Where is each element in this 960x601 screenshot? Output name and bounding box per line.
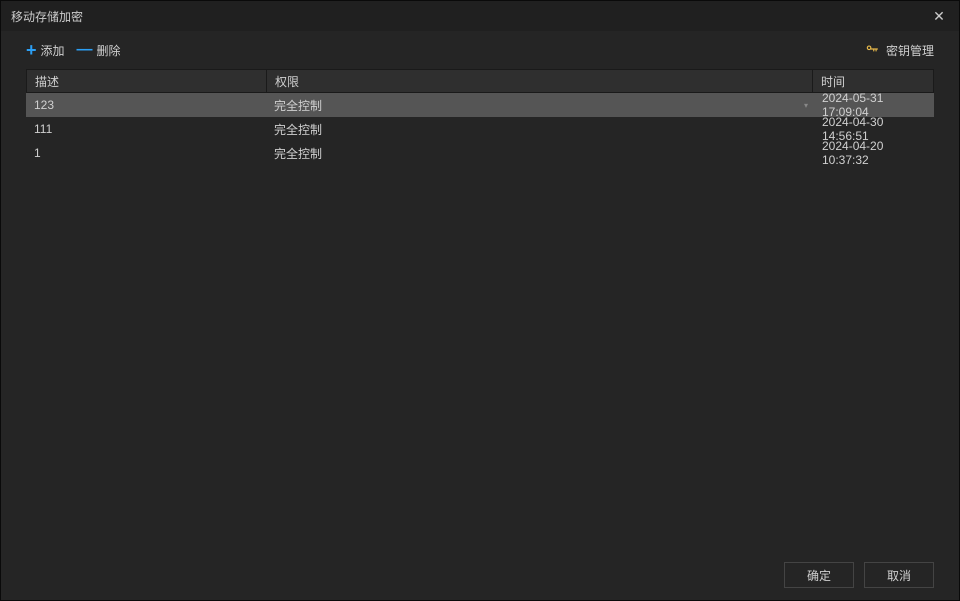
table-body: 123 完全控制 ▾ 2024-05-31 17:09:04 111 完全控制 … bbox=[26, 93, 934, 545]
cell-description: 123 bbox=[26, 93, 266, 117]
cell-permission: 完全控制 bbox=[266, 141, 814, 165]
key-manage-button[interactable]: 密钥管理 bbox=[865, 42, 934, 59]
table-header: 描述 权限 时间 bbox=[26, 69, 934, 93]
cell-time: 2024-05-31 17:09:04 bbox=[814, 93, 934, 117]
titlebar: 移动存储加密 ✕ bbox=[1, 1, 959, 31]
content-area: 描述 权限 时间 123 完全控制 ▾ 2024-05-31 17:09:04 … bbox=[1, 69, 959, 550]
footer: 确定 取消 bbox=[1, 550, 959, 600]
key-manage-label: 密钥管理 bbox=[886, 42, 934, 59]
table-row[interactable]: 123 完全控制 ▾ 2024-05-31 17:09:04 bbox=[26, 93, 934, 117]
cell-description: 1 bbox=[26, 141, 266, 165]
add-label: 添加 bbox=[41, 42, 65, 59]
cell-permission: 完全控制 ▾ bbox=[266, 93, 814, 117]
main-window: 移动存储加密 ✕ + 添加 — 删除 密钥管理 描述 权限 时间 bbox=[0, 0, 960, 601]
header-time[interactable]: 时间 bbox=[813, 70, 933, 92]
add-button[interactable]: + 添加 bbox=[26, 41, 65, 59]
minus-icon: — bbox=[77, 42, 93, 58]
confirm-button[interactable]: 确定 bbox=[784, 562, 854, 588]
cell-description: 111 bbox=[26, 117, 266, 141]
cell-time: 2024-04-20 10:37:32 bbox=[814, 141, 934, 165]
plus-icon: + bbox=[26, 41, 37, 59]
close-button[interactable]: ✕ bbox=[929, 6, 949, 26]
toolbar: + 添加 — 删除 密钥管理 bbox=[1, 31, 959, 69]
table-row[interactable]: 1 完全控制 2024-04-20 10:37:32 bbox=[26, 141, 934, 165]
table-row[interactable]: 111 完全控制 2024-04-30 14:56:51 bbox=[26, 117, 934, 141]
window-title: 移动存储加密 bbox=[11, 8, 83, 25]
delete-button[interactable]: — 删除 bbox=[77, 42, 121, 59]
cancel-button[interactable]: 取消 bbox=[864, 562, 934, 588]
cell-permission: 完全控制 bbox=[266, 117, 814, 141]
cell-time: 2024-04-30 14:56:51 bbox=[814, 117, 934, 141]
key-icon bbox=[865, 42, 879, 59]
dropdown-icon[interactable]: ▾ bbox=[804, 101, 808, 110]
header-description[interactable]: 描述 bbox=[27, 70, 267, 92]
delete-label: 删除 bbox=[97, 42, 121, 59]
close-icon: ✕ bbox=[933, 8, 945, 25]
toolbar-left: + 添加 — 删除 bbox=[26, 41, 121, 59]
header-permission[interactable]: 权限 bbox=[267, 70, 813, 92]
